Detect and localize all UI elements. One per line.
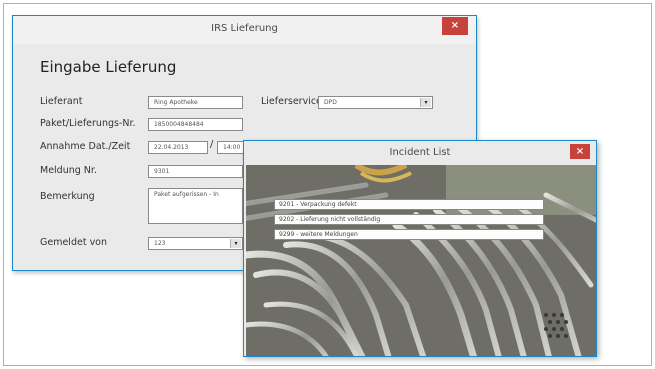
incident-window-title: Incident List — [389, 147, 451, 158]
lieferservice-value: DPD — [324, 99, 337, 106]
lieferant-field[interactable]: Ring Apotheke — [148, 96, 243, 109]
lieferservice-select[interactable]: DPD ▾ — [318, 96, 433, 109]
window-title: IRS Lieferung — [211, 23, 278, 34]
title-bar: IRS Lieferung × — [13, 16, 476, 44]
bemerkung-label: Bemerkung — [40, 191, 95, 202]
incident-close-button[interactable]: × — [570, 144, 590, 159]
incident-title-bar: Incident List × — [244, 141, 596, 165]
incident-list-item[interactable]: 9299 - weitere Meldungen — [274, 229, 544, 240]
lieferant-label: Lieferant — [40, 96, 83, 107]
date-time-separator: / — [210, 139, 214, 150]
surgical-instruments-photo — [244, 162, 596, 356]
incident-list-item[interactable]: 9201 - Verpackung defekt — [274, 199, 544, 210]
chevron-down-icon[interactable]: ▾ — [420, 98, 431, 107]
annahme-label: Annahme Dat./Zeit — [40, 141, 131, 152]
incident-list-item[interactable]: 9202 - Lieferung nicht vollständig — [274, 214, 544, 225]
paket-field[interactable]: 1850004848484 — [148, 118, 243, 131]
gemeldet-select[interactable]: 123 ▾ — [148, 237, 243, 250]
gemeldet-label: Gemeldet von — [40, 237, 108, 248]
bemerkung-textarea[interactable]: Paket aufgerissen - In — [148, 188, 243, 224]
meldung-label: Meldung Nr. — [40, 165, 97, 176]
incident-list-window: Incident List × 9201 - Verpackung defekt… — [243, 140, 597, 357]
paket-label: Paket/Lieferungs-Nr. — [40, 118, 136, 129]
instruments-illustration — [244, 162, 596, 356]
lieferservice-label: Lieferservice — [261, 96, 322, 107]
chevron-down-icon[interactable]: ▾ — [230, 239, 241, 248]
annahme-date-field[interactable]: 22.04.2013 — [148, 141, 208, 154]
form-heading: Eingabe Lieferung — [40, 58, 177, 76]
meldung-field[interactable]: 9301 — [148, 165, 243, 178]
gemeldet-value: 123 — [154, 240, 166, 247]
close-button[interactable]: × — [442, 17, 468, 35]
